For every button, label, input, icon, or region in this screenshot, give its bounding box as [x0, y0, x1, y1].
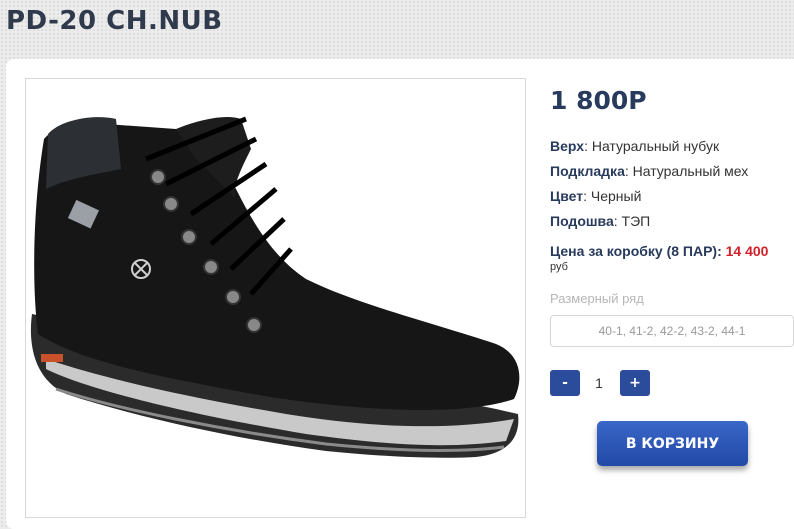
spec-label: Подкладка [550, 163, 625, 179]
size-range-label: Размерный ряд [550, 291, 644, 306]
spec-label: Цвет [550, 188, 584, 204]
spec-value: Натуральный нубук [591, 138, 720, 154]
spec-upper: Верх: Натуральный нубук [550, 138, 720, 154]
boot-photo-icon [30, 116, 520, 458]
add-to-cart-button[interactable]: В КОРЗИНУ [597, 421, 748, 466]
quantity-plus-button[interactable]: + [620, 370, 650, 396]
quantity-input[interactable] [580, 370, 618, 396]
spec-label: Подошва [550, 213, 614, 229]
spec-value: ТЭП [621, 213, 651, 229]
product-price: 1 800Р [550, 86, 647, 115]
size-range-field[interactable]: 40-1, 41-2, 42-2, 43-2, 44-1 [550, 315, 794, 347]
quantity-minus-button[interactable]: - [550, 370, 580, 396]
product-image[interactable] [25, 78, 526, 518]
spec-value: Черный [590, 188, 642, 204]
box-price-value: 14 400 [725, 243, 769, 259]
currency: руб [550, 261, 568, 273]
page-title: PD-20 CH.NUB [6, 6, 223, 36]
spec-lining: Подкладка: Натуральный мех [550, 163, 749, 179]
box-price: Цена за коробку (8 ПАР): 14 400 [550, 243, 768, 259]
spec-sole: Подошва: ТЭП [550, 213, 651, 229]
spec-value: Натуральный мех [632, 163, 749, 179]
box-price-label: Цена за коробку (8 ПАР): [550, 243, 722, 259]
spec-label: Верх [550, 138, 585, 154]
spec-color: Цвет: Черный [550, 188, 642, 204]
